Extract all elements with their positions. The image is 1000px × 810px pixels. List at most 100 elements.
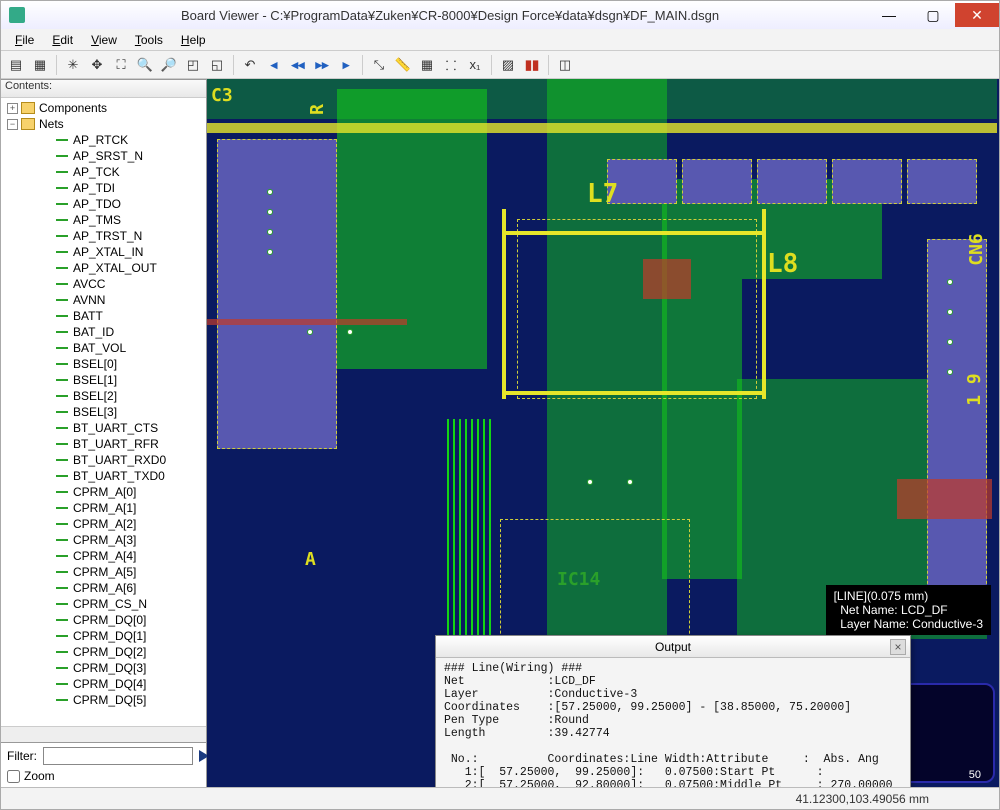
step-fwd-icon[interactable]: ▸▸ <box>311 54 333 76</box>
net-item[interactable]: CPRM_A[5] <box>3 564 206 580</box>
tree-nets[interactable]: − Nets <box>3 116 206 132</box>
menu-tools[interactable]: Tools <box>127 31 171 49</box>
net-icon <box>55 551 69 561</box>
tree-hscroll[interactable] <box>1 726 206 742</box>
net-label: CPRM_A[3] <box>73 533 136 547</box>
net-item[interactable]: AP_SRST_N <box>3 148 206 164</box>
net-item[interactable]: CPRM_CS_N <box>3 596 206 612</box>
measure-icon[interactable]: 📏 <box>392 54 414 76</box>
net-item[interactable]: BSEL[0] <box>3 356 206 372</box>
net-item[interactable]: BSEL[2] <box>3 388 206 404</box>
net-icon <box>55 535 69 545</box>
net-item[interactable]: AP_TRST_N <box>3 228 206 244</box>
net-icon <box>55 135 69 145</box>
net-icon <box>55 487 69 497</box>
net-item[interactable]: BATT <box>3 308 206 324</box>
window-title: Board Viewer - C:¥ProgramData¥Zuken¥CR-8… <box>33 8 867 23</box>
status-coords: 41.12300,103.49056 <box>796 792 906 806</box>
fit-icon[interactable]: ⛶ <box>110 54 132 76</box>
net-item[interactable]: BT_UART_RXD0 <box>3 452 206 468</box>
net-item[interactable]: BT_UART_RFR <box>3 436 206 452</box>
net-item[interactable]: AP_TDO <box>3 196 206 212</box>
net-label: AP_SRST_N <box>73 149 143 163</box>
menu-edit[interactable]: Edit <box>44 31 81 49</box>
net-label: AP_TDO <box>73 197 121 211</box>
net-item[interactable]: AP_XTAL_IN <box>3 244 206 260</box>
prev-icon[interactable]: ◂ <box>263 54 285 76</box>
menu-view[interactable]: View <box>83 31 125 49</box>
zoom-out-icon[interactable]: 🔎 <box>158 54 180 76</box>
menu-file[interactable]: FFileile <box>7 31 42 49</box>
net-item[interactable]: CPRM_DQ[1] <box>3 628 206 644</box>
silk-L8: L8 <box>767 249 798 279</box>
next-icon[interactable]: ▸ <box>335 54 357 76</box>
collapse-icon[interactable]: − <box>7 119 18 130</box>
close-button[interactable]: ✕ <box>955 3 999 27</box>
net-item[interactable]: BT_UART_TXD0 <box>3 468 206 484</box>
tree-label: Components <box>39 101 107 115</box>
undo-icon[interactable]: ↶ <box>239 54 261 76</box>
expand-icon[interactable]: + <box>7 103 18 114</box>
layers-icon[interactable]: ▤ <box>5 54 27 76</box>
sheets-icon[interactable]: ▦ <box>29 54 51 76</box>
output-close-button[interactable]: × <box>890 639 906 655</box>
net-item[interactable]: CPRM_A[1] <box>3 500 206 516</box>
net-item[interactable]: BAT_ID <box>3 324 206 340</box>
net-item[interactable]: AP_RTCK <box>3 132 206 148</box>
net-item[interactable]: BT_UART_CTS <box>3 420 206 436</box>
net-item[interactable]: AVNN <box>3 292 206 308</box>
net-item[interactable]: AP_XTAL_OUT <box>3 260 206 276</box>
tree-components[interactable]: + Components <box>3 100 206 116</box>
grid-icon[interactable]: ▦ <box>416 54 438 76</box>
app-icon <box>9 7 25 23</box>
zoom-in-icon[interactable]: 🔍 <box>134 54 156 76</box>
net-item[interactable]: CPRM_DQ[3] <box>3 660 206 676</box>
layer-a-icon[interactable]: ▨ <box>497 54 519 76</box>
net-item[interactable]: AP_TMS <box>3 212 206 228</box>
coord-icon[interactable]: x₁ <box>464 54 486 76</box>
net-label: AP_TMS <box>73 213 121 227</box>
statusbar: 41.12300,103.49056 mm <box>1 787 999 809</box>
net-item[interactable]: CPRM_A[0] <box>3 484 206 500</box>
net-item[interactable]: CPRM_A[4] <box>3 548 206 564</box>
step-back-icon[interactable]: ◂◂ <box>287 54 309 76</box>
net-item[interactable]: AP_TDI <box>3 180 206 196</box>
net-icon <box>55 631 69 641</box>
layer-b-icon[interactable]: ▮▮ <box>521 54 543 76</box>
redraw-icon[interactable]: ✳ <box>62 54 84 76</box>
view3d-icon[interactable]: ◫ <box>554 54 576 76</box>
snap-icon[interactable]: ⸬ <box>440 54 462 76</box>
menu-help[interactable]: Help <box>173 31 214 49</box>
net-label: BAT_VOL <box>73 341 126 355</box>
output-window[interactable]: Output × ### Line(Wiring) ### Net :LCD_D… <box>435 635 911 787</box>
status-unit: mm <box>906 792 929 806</box>
net-item[interactable]: CPRM_A[6] <box>3 580 206 596</box>
output-titlebar[interactable]: Output × <box>436 636 910 658</box>
silk-IC14: IC14 <box>557 569 600 590</box>
net-item[interactable]: CPRM_DQ[0] <box>3 612 206 628</box>
net-item[interactable]: CPRM_DQ[5] <box>3 692 206 708</box>
select-icon[interactable]: ⤡ <box>368 54 390 76</box>
net-label: BAT_ID <box>73 325 114 339</box>
output-body[interactable]: ### Line(Wiring) ### Net :LCD_DF Layer :… <box>436 658 910 787</box>
net-item[interactable]: BSEL[1] <box>3 372 206 388</box>
zoom-area-icon[interactable]: ◰ <box>182 54 204 76</box>
design-canvas[interactable]: L7 L8 IC14 C3 R A CN6 1 9 [LINE](0.075 m… <box>207 79 999 787</box>
pan-icon[interactable]: ✥ <box>86 54 108 76</box>
minimize-button[interactable]: — <box>867 3 911 27</box>
net-icon <box>55 439 69 449</box>
net-item[interactable]: BSEL[3] <box>3 404 206 420</box>
maximize-button[interactable]: ▢ <box>911 3 955 27</box>
tree[interactable]: + Components − Nets AP_RTCKAP_SRST_NAP_T… <box>1 98 206 726</box>
filter-input[interactable] <box>43 747 193 765</box>
net-item[interactable]: CPRM_A[3] <box>3 532 206 548</box>
net-item[interactable]: CPRM_DQ[4] <box>3 676 206 692</box>
net-item[interactable]: BAT_VOL <box>3 340 206 356</box>
zoom-checkbox[interactable] <box>7 770 20 783</box>
net-item[interactable]: AP_TCK <box>3 164 206 180</box>
net-icon <box>55 679 69 689</box>
net-item[interactable]: CPRM_DQ[2] <box>3 644 206 660</box>
net-item[interactable]: CPRM_A[2] <box>3 516 206 532</box>
net-item[interactable]: AVCC <box>3 276 206 292</box>
zoom-window-icon[interactable]: ◱ <box>206 54 228 76</box>
